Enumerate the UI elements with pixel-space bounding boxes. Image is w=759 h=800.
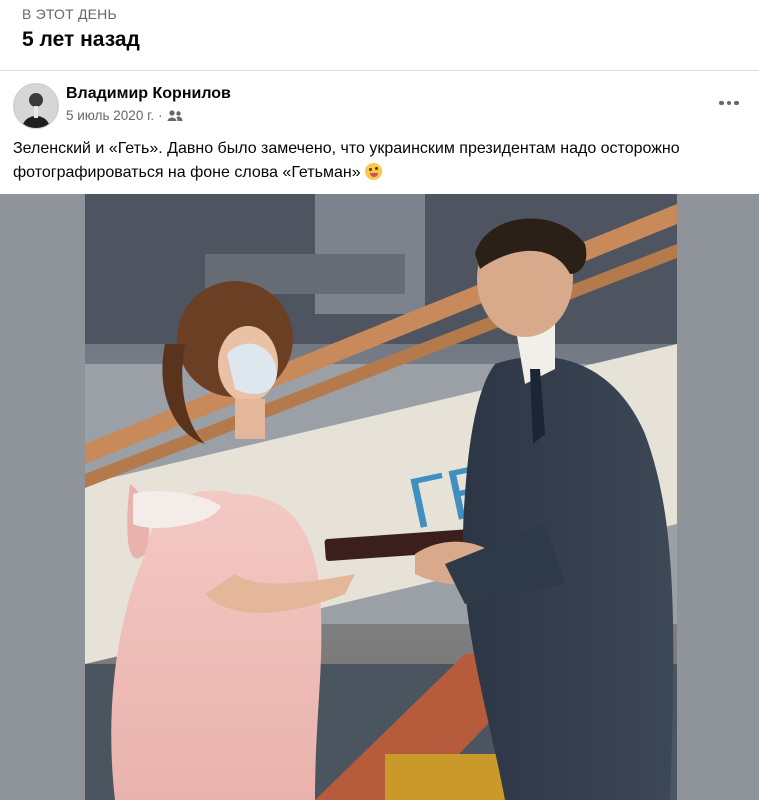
ceremony-photo-icon: ГЕТЬ	[85, 194, 677, 800]
more-dot	[726, 100, 732, 106]
post-card: Владимир Корнилов 5 июль 2020 г. · Зелен…	[0, 71, 759, 800]
more-options-icon	[719, 100, 724, 106]
wink-tongue-emoji-icon	[364, 163, 382, 180]
friends-icon[interactable]	[167, 109, 183, 122]
author-name[interactable]: Владимир Корнилов	[66, 85, 231, 103]
post-body: Зеленский и «Геть». Давно было замечено,…	[13, 140, 680, 181]
memories-kicker: В ЭТОТ ДЕНЬ	[22, 6, 117, 22]
post-text: Зеленский и «Геть». Давно было замечено,…	[13, 137, 753, 185]
author-avatar[interactable]	[13, 83, 59, 129]
more-dot	[734, 100, 739, 106]
post-date[interactable]: 5 июль 2020 г.	[66, 108, 154, 123]
photo-container[interactable]: ГЕТЬ	[0, 194, 759, 800]
meta-separator: ·	[158, 108, 163, 123]
memories-title: 5 лет назад	[22, 28, 140, 51]
post-meta: 5 июль 2020 г. ·	[66, 108, 183, 123]
more-options-button[interactable]	[713, 89, 745, 117]
avatar-icon	[14, 84, 58, 128]
memories-header: В ЭТОТ ДЕНЬ 5 лет назад	[0, 0, 759, 70]
post-photo[interactable]: ГЕТЬ	[85, 194, 677, 800]
